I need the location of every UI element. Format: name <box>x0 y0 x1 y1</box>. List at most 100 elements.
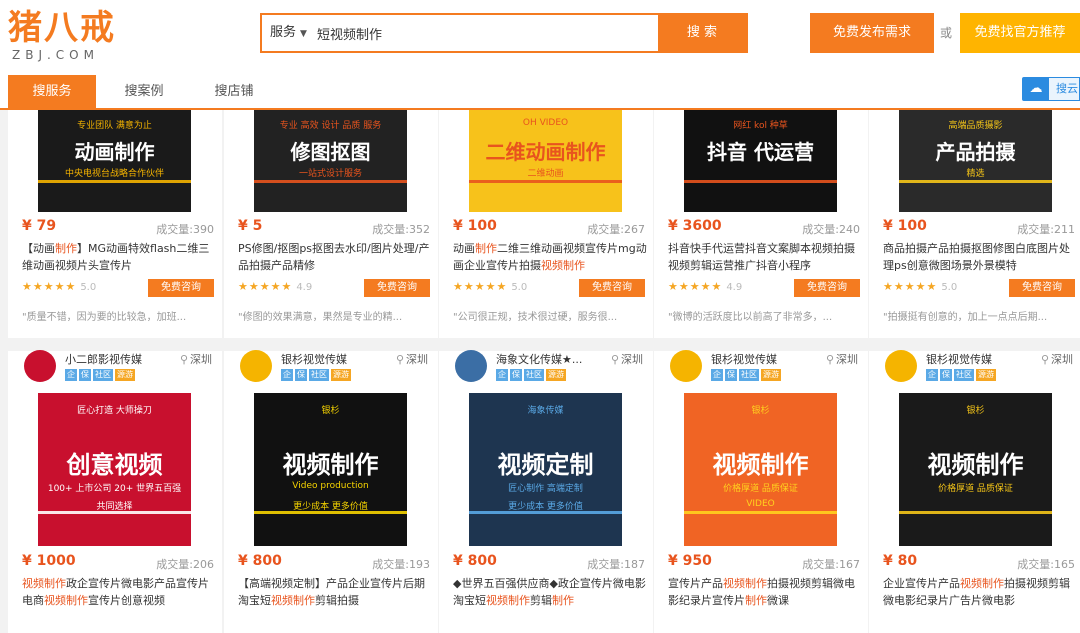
product-thumbnail[interactable]: 视频定制 海象传媒 匠心制作 高端定制 更少成本 更多价值 <box>469 393 622 546</box>
service-card[interactable]: 二维动画制作 OH VIDEO 二维动画 ¥ 100 成交量:267 动画制作二维三维动画… <box>439 110 653 338</box>
product-thumbnail[interactable]: 视频制作 银杉 价格厚道 品质保证 VIDEO <box>684 393 837 546</box>
service-card[interactable]: 动画制作 专业团队 满意为止 中央电视台战略合作伙伴 ¥ 79 成交量:390 【动画制作… <box>8 110 222 338</box>
star-rating: ★★★★★ 4.9 <box>668 280 742 293</box>
shop-name[interactable]: 银杉视觉传媒 <box>926 351 992 367</box>
title-text: 宣传片产品 <box>668 577 723 590</box>
free-consult-button[interactable]: 免费咨询 <box>794 279 860 297</box>
keyword-highlight: 视频制作 <box>960 577 1004 590</box>
shop-name[interactable]: 海象文化传媒★... <box>496 351 582 367</box>
keyword-highlight: 制作 <box>475 242 497 255</box>
service-card[interactable]: 抖音 代运营 网红 kol 种草 ¥ 3600 成交量:240 抖音快手代运营抖音文案脚… <box>654 110 868 338</box>
shop-avatar[interactable] <box>670 350 702 382</box>
shop-name[interactable]: 小二郎影视传媒 <box>65 351 142 367</box>
review-snippet: "微博的活跃度比以前高了非常多，... <box>668 312 833 323</box>
search-button[interactable]: 搜 索 <box>658 15 746 51</box>
keyword-highlight: 视频制作 <box>486 594 530 607</box>
sales-count: 成交量:187 <box>587 558 645 571</box>
service-title[interactable]: 动画制作二维三维动画视频宣传片mg动画企业宣传片拍摄视频制作 <box>453 240 649 274</box>
title-text: 企业宣传片产品 <box>883 577 960 590</box>
shop-name[interactable]: 银杉视觉传媒 <box>711 351 777 367</box>
star-rating: ★★★★★ 5.0 <box>883 280 957 293</box>
service-card[interactable]: 海象文化传媒★... ⚲ 深圳企保社区 源游 视频定制 海象传媒 匠心制作 高端定制 更少成本… <box>439 350 653 633</box>
shop-badge: 保 <box>510 369 522 381</box>
free-consult-button[interactable]: 免费咨询 <box>364 279 430 297</box>
product-thumbnail[interactable]: 创意视频 匠心打造 大师操刀 100+ 上市公司 20+ 世界五百强 共同选择 <box>38 393 191 546</box>
service-title[interactable]: 【动画制作】MG动画特效flash二维三维动画视频片头宣传片 <box>22 240 218 274</box>
location-pin-icon: ⚲ <box>610 353 619 366</box>
search-category-select[interactable]: 服务 ▼ <box>270 15 307 51</box>
product-thumbnail[interactable]: 抖音 代运营 网红 kol 种草 <box>684 110 837 212</box>
service-title[interactable]: PS修图/抠图ps抠图去水印/图片处理/产品拍摄产品精修 <box>238 240 434 274</box>
tab-search-services[interactable]: 搜服务 <box>8 75 96 108</box>
service-grid: 动画制作 专业团队 满意为止 中央电视台战略合作伙伴 ¥ 79 成交量:390 【动画制作… <box>0 110 1080 633</box>
service-title[interactable]: 【高端视频定制】产品企业宣传片后期淘宝短视频制作剪辑拍摄 <box>238 575 434 609</box>
product-thumbnail[interactable]: 产品拍摄 高端品质摄影 精选 <box>899 110 1052 212</box>
service-title[interactable]: 抖音快手代运营抖音文案脚本视频拍摄视频剪辑运营推广抖音小程序 <box>668 240 864 274</box>
search-input[interactable] <box>317 15 657 51</box>
product-thumbnail[interactable]: 二维动画制作 OH VIDEO 二维动画 <box>469 110 622 212</box>
product-thumbnail[interactable]: 视频制作 银杉 Video production 更少成本 更多价值 <box>254 393 407 546</box>
shop-badge: 保 <box>79 369 91 381</box>
thumbnail-title: 修图抠图 <box>290 140 371 164</box>
service-card[interactable]: 银杉视觉传媒 ⚲ 深圳企保社区 源游 视频制作 银杉 Video production 更少成… <box>224 350 438 633</box>
shop-location: ⚲ 深圳 <box>396 351 428 367</box>
thumbnail-caption: VIDEO <box>746 499 775 509</box>
location-pin-icon: ⚲ <box>825 353 834 366</box>
shop-badge: 企 <box>711 369 723 381</box>
service-title[interactable]: 宣传片产品视频制作拍摄视频剪辑微电影纪录片宣传片制作微课 <box>668 575 864 609</box>
price: ¥ 3600 <box>668 218 722 234</box>
service-title[interactable]: 企业宣传片产品视频制作拍摄视频剪辑微电影纪录片广告片微电影 <box>883 575 1079 609</box>
shop-badge: 企 <box>65 369 77 381</box>
review-snippet: "公司很正规，技术很过硬，服务很... <box>453 312 618 323</box>
location-text: 深圳 <box>190 353 212 366</box>
product-thumbnail[interactable]: 动画制作 专业团队 满意为止 中央电视台战略合作伙伴 <box>38 110 191 212</box>
rating-value: 5.0 <box>511 282 528 293</box>
shop-badge: 源游 <box>976 369 996 381</box>
service-card[interactable]: 修图抠图 专业 高效 设计 品质 服务 一站式设计服务 ¥ 5 成交量:352 PS修图/… <box>224 110 438 338</box>
logo-domain: ZBJ.COM <box>12 48 99 62</box>
thumbnail-caption: 匠心打造 大师操刀 <box>77 406 152 416</box>
service-card[interactable]: 银杉视觉传媒 ⚲ 深圳企保社区 源游 视频制作 银杉 价格厚道 品质保证 ¥ 80 成交量:16… <box>869 350 1080 633</box>
price: ¥ 5 <box>238 218 263 234</box>
shop-avatar[interactable] <box>240 350 272 382</box>
free-consult-button[interactable]: 免费咨询 <box>1009 279 1075 297</box>
free-consult-button[interactable]: 免费咨询 <box>148 279 214 297</box>
sales-count: 成交量:193 <box>372 558 430 571</box>
tab-search-cases[interactable]: 搜案例 <box>100 75 188 108</box>
cloud-search-button[interactable]: ☁ 搜云 <box>1022 77 1080 101</box>
site-logo[interactable]: 猪八戒 ZBJ.COM <box>8 8 128 68</box>
cloud-label: 搜云 <box>1056 82 1078 95</box>
shop-avatar[interactable] <box>885 350 917 382</box>
service-card[interactable]: 产品拍摄 高端品质摄影 精选 ¥ 100 成交量:211 商品拍摄产品拍摄抠图修图白底图片… <box>869 110 1080 338</box>
title-text: 动画 <box>453 242 475 255</box>
caret-down-icon: ▼ <box>300 29 307 39</box>
service-title[interactable]: 视频制作政企宣传片微电影产品宣传片电商视频制作宣传片创意视频 <box>22 575 218 609</box>
service-card[interactable]: 银杉视觉传媒 ⚲ 深圳企保社区 源游 视频制作 银杉 价格厚道 品质保证 VIDEO ¥ 950… <box>654 350 868 633</box>
location-pin-icon: ⚲ <box>1040 353 1049 366</box>
free-consult-button[interactable]: 免费咨询 <box>579 279 645 297</box>
tab-search-shops[interactable]: 搜店铺 <box>190 75 278 108</box>
official-recommend-button[interactable]: 免费找官方推荐 <box>960 13 1080 53</box>
product-thumbnail[interactable]: 修图抠图 专业 高效 设计 品质 服务 一站式设计服务 <box>254 110 407 212</box>
thumbnail-accent <box>684 180 837 183</box>
service-title[interactable]: ◆世界五百强供应商◆政企宣传片微电影淘宝短视频制作剪辑制作 <box>453 575 649 609</box>
shop-avatar[interactable] <box>24 350 56 382</box>
thumbnail-caption: 一站式设计服务 <box>298 169 362 179</box>
shop-badge: 保 <box>940 369 952 381</box>
star-rating: ★★★★★ 4.9 <box>238 280 312 293</box>
location-pin-icon: ⚲ <box>395 353 404 366</box>
thumbnail-title: 视频定制 <box>497 451 594 479</box>
thumbnail-caption: 共同选择 <box>96 502 133 512</box>
service-card[interactable]: 小二郎影视传媒 ⚲ 深圳企保社区 源游 创意视频 匠心打造 大师操刀 100+ 上市公司 2… <box>8 350 222 633</box>
thumbnail-caption: 二维动画 <box>527 169 564 179</box>
sales-count: 成交量:352 <box>372 223 430 236</box>
shop-name[interactable]: 银杉视觉传媒 <box>281 351 347 367</box>
shop-avatar[interactable] <box>455 350 487 382</box>
post-request-button[interactable]: 免费发布需求 <box>810 13 934 53</box>
sales-count: 成交量:211 <box>1017 223 1075 236</box>
shop-badge: 源游 <box>331 369 351 381</box>
thumbnail-caption: 银杉 <box>321 406 340 416</box>
product-thumbnail[interactable]: 视频制作 银杉 价格厚道 品质保证 <box>899 393 1052 546</box>
service-title[interactable]: 商品拍摄产品拍摄抠图修图白底图片处理ps创意微图场景外景模特 <box>883 240 1079 274</box>
stars-icon: ★★★★★ <box>453 280 508 293</box>
